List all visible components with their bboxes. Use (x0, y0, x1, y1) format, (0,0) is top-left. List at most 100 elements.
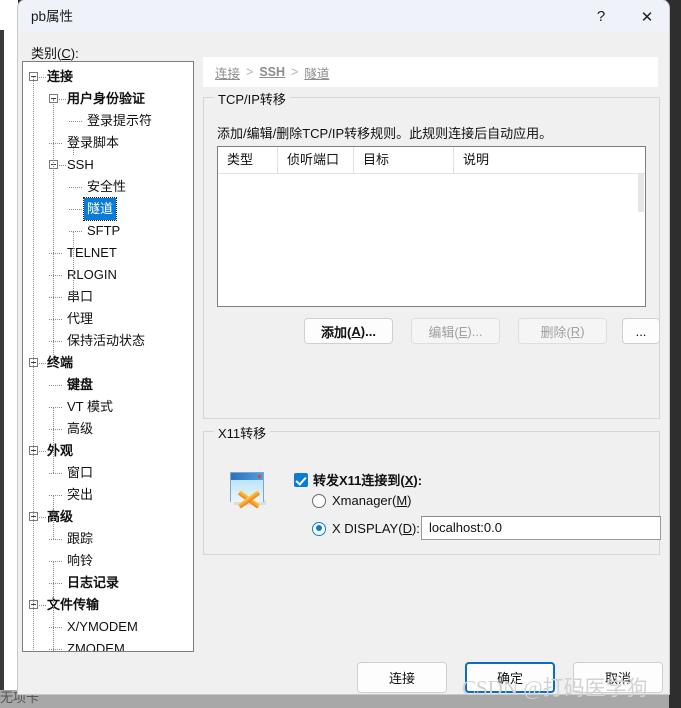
background-window-edge (0, 30, 4, 690)
tree-item[interactable]: 突出 (23, 484, 193, 506)
xmanager-radio-row[interactable]: Xmanager(M) (312, 493, 412, 508)
tree-item-label: ZMODEM (67, 641, 125, 652)
tree-connector (49, 319, 62, 321)
x-display-radio[interactable] (312, 521, 326, 536)
tree-connector (49, 341, 62, 343)
x11-forward-icon (228, 470, 268, 506)
tree-item[interactable]: 隧道 (23, 197, 193, 221)
tree-item-label: 高级 (67, 421, 94, 436)
breadcrumb-separator: > (291, 65, 299, 79)
x11-icon-titlebar (231, 473, 263, 480)
tree-item-label: SFTP (87, 223, 121, 238)
connect-button[interactable]: 连接 (357, 662, 447, 693)
table-column-header[interactable]: 说明 (454, 147, 644, 173)
tree-item[interactable]: 登录提示符 (23, 110, 193, 132)
tree-item[interactable]: 响铃 (23, 550, 193, 572)
tree-item-label: 突出 (67, 487, 94, 502)
tree-item-label: 代理 (67, 311, 94, 326)
tree-item[interactable]: 连接 (23, 66, 193, 88)
tree-connector (49, 143, 62, 145)
tree-item[interactable]: 窗口 (23, 462, 193, 484)
tree-item[interactable]: 键盘 (23, 374, 193, 396)
tree-item[interactable]: 保持活动状态 (23, 330, 193, 352)
tree-item[interactable]: RLOGIN (23, 264, 193, 286)
breadcrumb-item[interactable]: SSH (259, 65, 285, 79)
tree-item-label: 用户身份验证 (67, 91, 146, 106)
breadcrumb-item[interactable]: 连接 (215, 63, 240, 82)
tree-item[interactable]: 高级 (23, 418, 193, 440)
tree-item-label: 连接 (47, 69, 74, 84)
tcpip-group-title: TCP/IP转移 (214, 89, 290, 108)
tree-item-label: 保持活动状态 (67, 333, 146, 348)
table-column-header[interactable]: 目标 (354, 147, 454, 173)
add-rule-button[interactable]: 添加(A)... (304, 318, 393, 344)
x-display-radio-row[interactable]: X DISPLAY(D): (312, 521, 420, 536)
table-scrollbar[interactable] (638, 174, 644, 212)
x-display-label: X DISPLAY(D): (332, 521, 420, 536)
tree-item[interactable]: TELNET (23, 242, 193, 264)
table-column-header[interactable]: 侦听端口 (278, 147, 354, 173)
forward-x11-checkbox[interactable] (294, 472, 308, 487)
tree-connector (49, 275, 62, 277)
tree-item-label: 日志记录 (67, 575, 120, 590)
tree-item[interactable]: 用户身份验证 (23, 88, 193, 110)
more-options-button[interactable]: ... (622, 318, 660, 344)
x11-icon-body (231, 480, 263, 502)
tree-item[interactable]: 登录脚本 (23, 132, 193, 154)
tree-connector (49, 583, 62, 585)
tree-item-label: 安全性 (87, 179, 127, 194)
category-tree[interactable]: 连接用户身份验证登录提示符 登录脚本 SSH 安全性隧道 SFTP TELNET RLOGI… (22, 61, 194, 652)
tree-item[interactable]: 日志记录 (23, 572, 193, 594)
forward-x11-label: 转发X11连接到(X): (313, 473, 423, 488)
delete-rule-button[interactable]: 删除(R) (518, 318, 607, 344)
edit-rule-button[interactable]: 编辑(E)... (411, 318, 500, 344)
table-body[interactable] (218, 174, 645, 306)
tcpip-rules-table[interactable]: 类型 侦听端口 目标 说明 (217, 146, 646, 307)
tree-item[interactable]: 串口 (23, 286, 193, 308)
tree-item[interactable]: 终端 (23, 352, 193, 374)
breadcrumb[interactable]: 连接 > SSH > 隧道 (203, 57, 658, 87)
tree-item[interactable]: 跟踪 (23, 528, 193, 550)
tree-connector (49, 385, 62, 387)
dialog-titlebar: pb属性 ? ✕ (18, 0, 669, 33)
tree-item[interactable]: X/YMODEM (23, 616, 193, 638)
tree-connector (69, 209, 82, 211)
tree-item-label: 串口 (67, 289, 94, 304)
tree-item-label: 高级 (47, 509, 74, 524)
tree-item-label: 响铃 (67, 553, 94, 568)
breadcrumb-item[interactable]: 隧道 (304, 63, 329, 82)
breadcrumb-separator: > (246, 65, 254, 79)
xmanager-radio[interactable] (312, 493, 326, 508)
tree-connector (69, 187, 82, 189)
help-icon[interactable]: ? (579, 0, 623, 33)
tree-item[interactable]: VT 模式 (23, 396, 193, 418)
tree-item[interactable]: ZMODEM (23, 638, 193, 652)
cancel-button[interactable]: 取消 (573, 662, 663, 693)
tree-item-label: SSH (67, 157, 94, 172)
tree-guide-term (53, 407, 55, 473)
tree-item[interactable]: 外观 (23, 440, 193, 462)
tree-connector (49, 473, 62, 475)
tree-connector (49, 429, 62, 431)
tree-item[interactable]: 高级 (23, 506, 193, 528)
tree-item[interactable]: SSH (23, 154, 193, 176)
close-icon[interactable]: ✕ (625, 0, 669, 33)
ok-button[interactable]: 确定 (465, 662, 555, 693)
tree-connector (49, 253, 62, 255)
x11-group-title: X11转移 (214, 423, 271, 442)
tree-item-label: 终端 (47, 355, 74, 370)
forward-x11-row[interactable]: 转发X11连接到(X): (294, 470, 422, 489)
tree-item[interactable]: 文件传输 (23, 594, 193, 616)
x-display-input[interactable]: localhost:0.0 (421, 516, 661, 540)
tree-connector (69, 121, 82, 123)
tree-item[interactable]: 安全性 (23, 176, 193, 198)
tree-item-label: 跟踪 (67, 531, 94, 546)
desktop-background-right (669, 0, 681, 708)
tree-item[interactable]: SFTP (23, 220, 193, 242)
tree-guide-file (53, 627, 55, 651)
table-column-header[interactable]: 类型 (218, 147, 278, 173)
tree-item[interactable]: 代理 (23, 308, 193, 330)
tree-connector (49, 627, 62, 629)
xmanager-label: Xmanager(M) (332, 493, 412, 508)
tree-item-label: 窗口 (67, 465, 94, 480)
